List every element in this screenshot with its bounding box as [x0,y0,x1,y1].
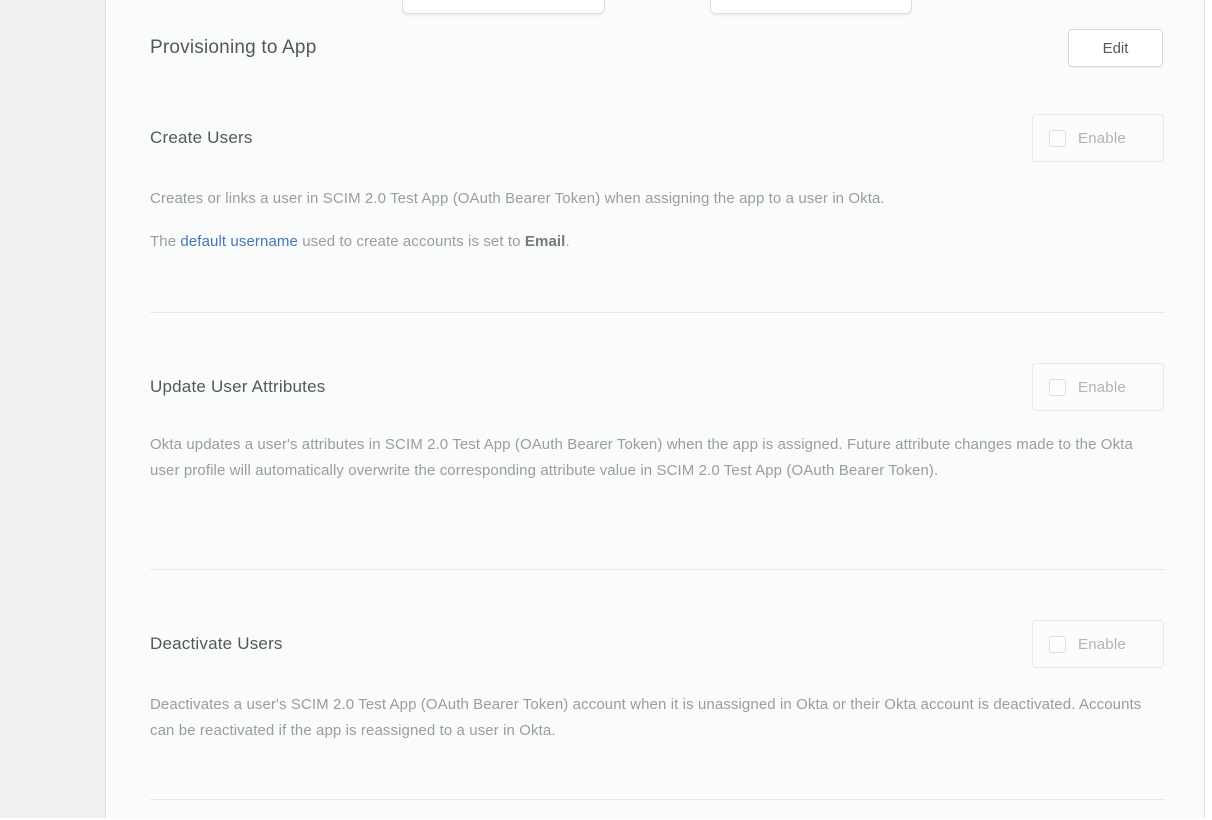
username-line-suffix: . [565,233,569,250]
create-users-description: Creates or links a user in SCIM 2.0 Test… [150,186,1165,212]
enable-label: Enable [1078,636,1126,653]
enable-label: Enable [1078,379,1126,396]
left-sidebar [0,0,106,818]
username-line-prefix: The [150,233,180,250]
section-divider [150,569,1165,570]
section-divider [150,312,1165,313]
truncated-form-field-right[interactable] [710,0,912,14]
section-heading: Deactivate Users [150,634,283,654]
section-header-update-user-attributes: Update User Attributes Enable [150,363,1164,411]
section-divider [150,799,1165,800]
panel-title: Provisioning to App [150,37,316,59]
truncated-form-field-left[interactable] [402,0,605,14]
update-user-attributes-enable-checkbox[interactable] [1049,379,1066,396]
edit-button[interactable]: Edit [1068,29,1163,67]
default-username-link[interactable]: default username [180,233,298,250]
create-users-enable-toggle[interactable]: Enable [1032,114,1164,162]
section-header-deactivate-users: Deactivate Users Enable [150,620,1164,668]
provisioning-page: Provisioning to App Edit Create Users En… [0,0,1212,820]
panel-title-row: Provisioning to App Edit [150,28,1163,68]
section-heading: Create Users [150,128,253,148]
section-heading: Update User Attributes [150,377,325,397]
username-line-value: Email [525,233,566,250]
section-header-create-users: Create Users Enable [150,114,1164,162]
deactivate-users-enable-toggle[interactable]: Enable [1032,620,1164,668]
create-users-enable-checkbox[interactable] [1049,130,1066,147]
enable-label: Enable [1078,130,1126,147]
deactivate-users-description: Deactivates a user's SCIM 2.0 Test App (… [150,692,1165,744]
create-users-username-line: The default username used to create acco… [150,229,1165,255]
deactivate-users-enable-checkbox[interactable] [1049,636,1066,653]
update-user-attributes-description: Okta updates a user's attributes in SCIM… [150,432,1165,484]
username-line-middle: used to create accounts is set to [298,233,525,250]
update-user-attributes-enable-toggle[interactable]: Enable [1032,363,1164,411]
provisioning-panel: Provisioning to App Edit Create Users En… [107,0,1205,818]
